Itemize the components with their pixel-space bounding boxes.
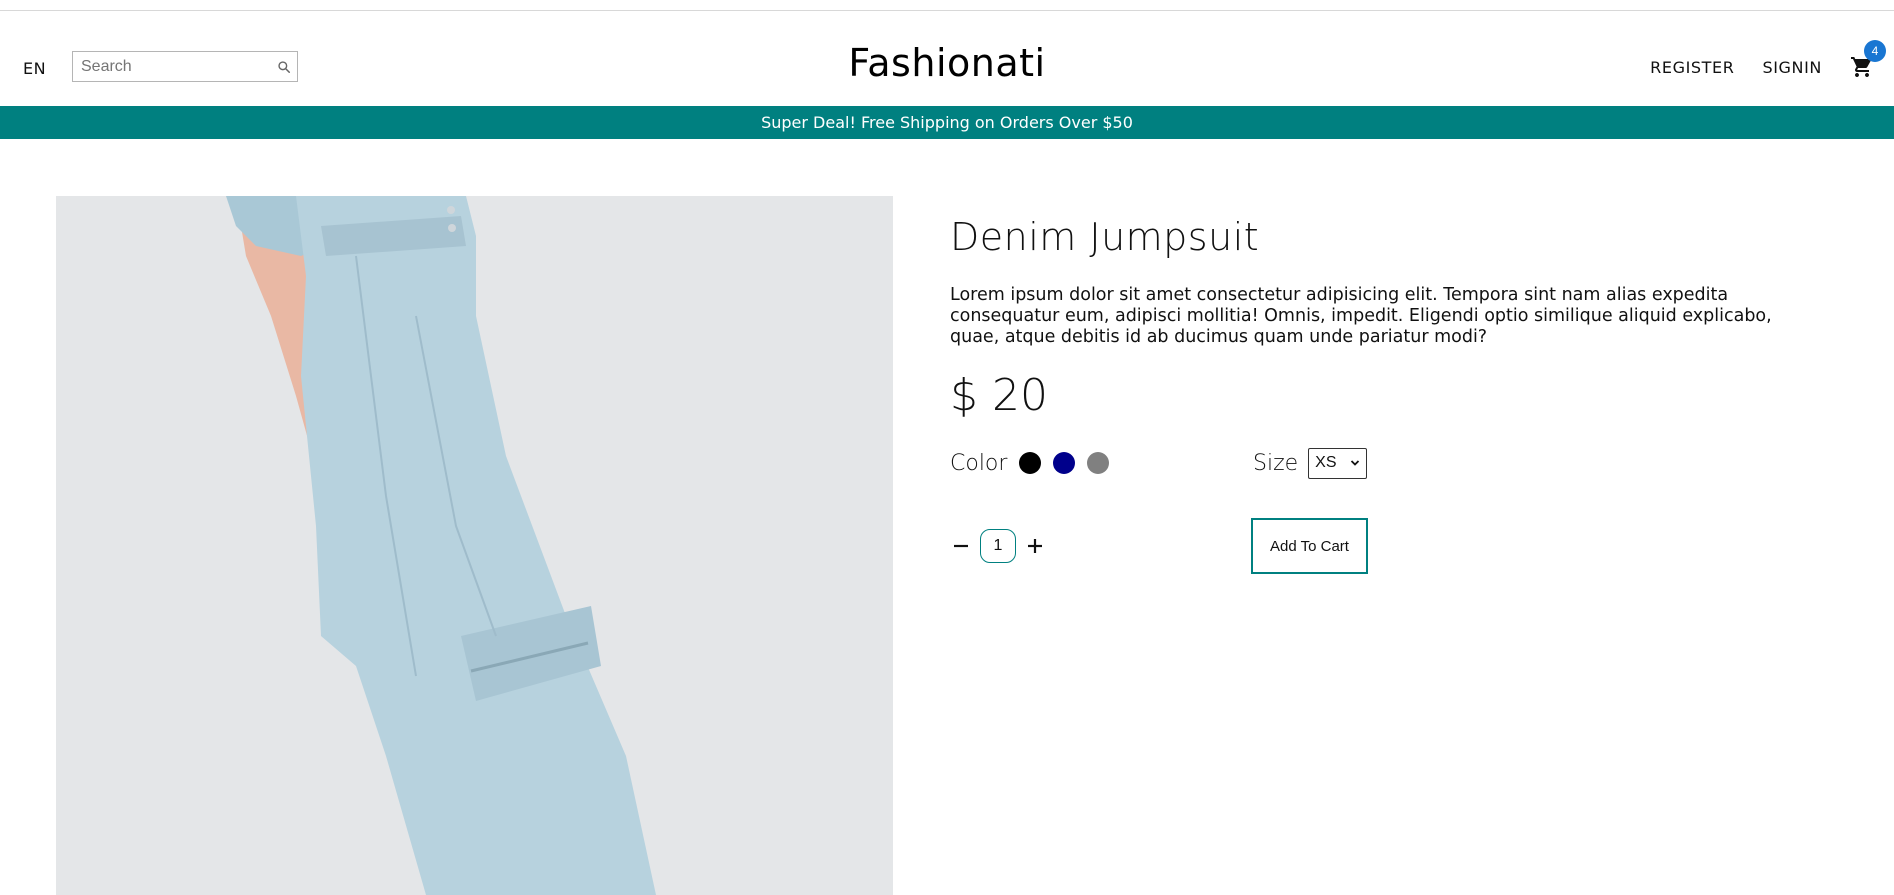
quantity-value: 1 (980, 529, 1016, 563)
announcement-text: Super Deal! Free Shipping on Orders Over… (761, 113, 1133, 132)
size-filter: Size XS (1253, 447, 1368, 479)
color-swatch-black[interactable] (1019, 452, 1042, 474)
quantity-stepper: 1 (950, 529, 1046, 563)
plus-icon[interactable] (1024, 535, 1046, 557)
size-selected-value: XS (1315, 454, 1337, 471)
color-swatch-darkblue[interactable] (1053, 452, 1076, 474)
product-price: $ 20 (950, 370, 1048, 421)
product-title: Denim Jumpsuit (950, 215, 1260, 259)
announcement-bar: Super Deal! Free Shipping on Orders Over… (0, 106, 1894, 139)
color-label: Color (950, 450, 1008, 476)
signin-link[interactable]: SIGNIN (1762, 58, 1822, 77)
logo[interactable]: Fashionati (0, 41, 1894, 85)
chevron-down-icon (1351, 460, 1360, 466)
cart-count-badge: 4 (1864, 40, 1886, 62)
product-info: Denim Jumpsuit Lorem ipsum dolor sit ame… (950, 215, 1830, 574)
color-filter: Color (950, 450, 1110, 476)
product-image (56, 196, 893, 895)
minus-icon[interactable] (950, 535, 972, 557)
purchase-actions: 1 Add To Cart (950, 518, 1830, 574)
product-filters: Color Size XS (950, 445, 1830, 481)
register-link[interactable]: REGISTER (1650, 58, 1734, 77)
product-description: Lorem ipsum dolor sit amet consectetur a… (950, 285, 1772, 347)
add-to-cart-button[interactable]: Add To Cart (1251, 518, 1368, 574)
navbar: EN Fashionati REGISTER SIGNIN 4 (0, 11, 1894, 106)
logo-text[interactable]: Fashionati (848, 41, 1045, 85)
nav-right: REGISTER SIGNIN 4 (1650, 40, 1886, 87)
cart-button[interactable]: 4 (1848, 40, 1886, 81)
size-label: Size (1253, 450, 1299, 476)
color-swatch-gray[interactable] (1087, 452, 1110, 474)
size-select[interactable]: XS (1308, 447, 1368, 479)
